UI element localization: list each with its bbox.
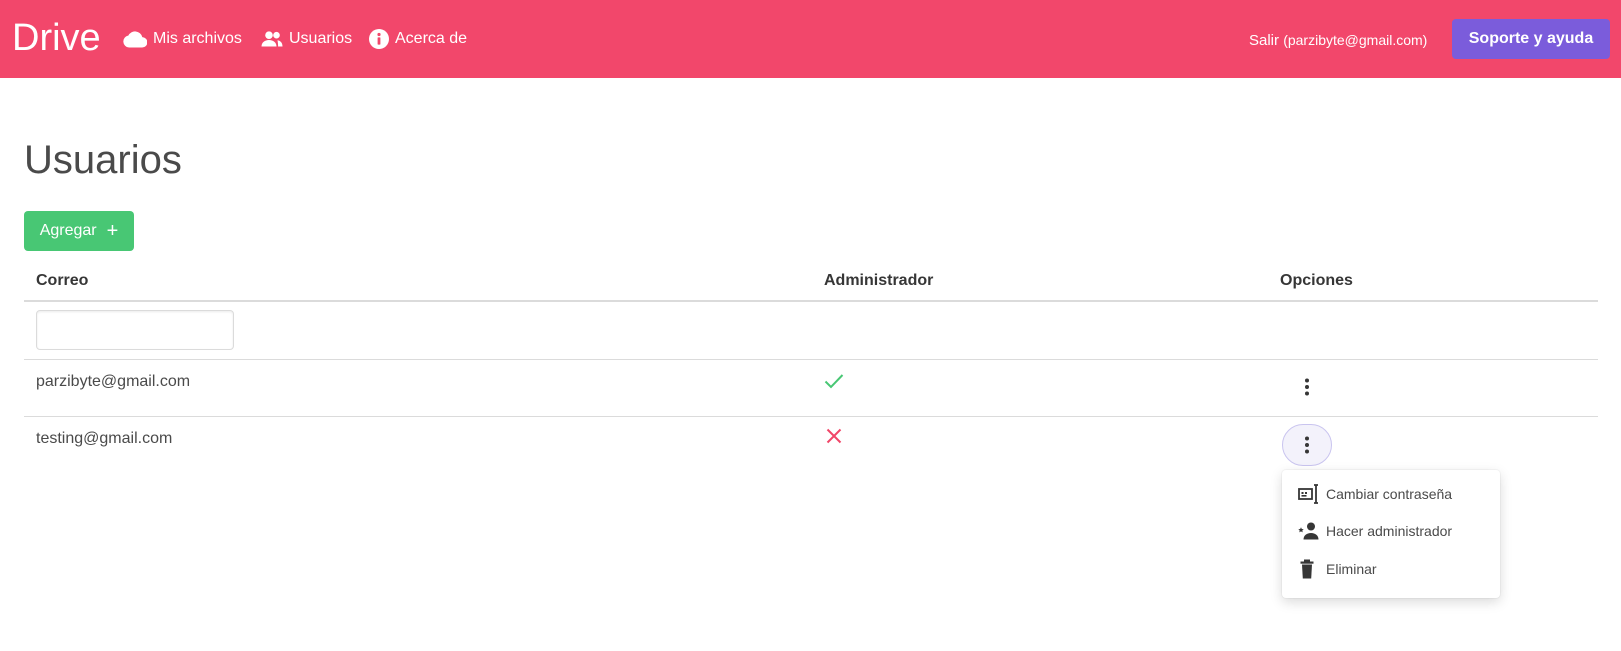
menu-item-label: Hacer administrador [1326, 523, 1453, 539]
logout-link[interactable]: Salir (parzibyte@gmail.com) [1249, 28, 1427, 53]
row-options-menu: Cambiar contraseña Hacer administrador E… [1282, 470, 1500, 598]
logout-label: Salir [1249, 32, 1280, 49]
logout-email: (parzibyte@gmail.com) [1283, 32, 1428, 48]
cloud-icon [123, 31, 147, 48]
support-button[interactable]: Soporte y ayuda [1452, 19, 1610, 59]
row-options-button[interactable] [1282, 366, 1332, 408]
column-header-admin: Administrador [824, 272, 934, 289]
check-icon [824, 374, 844, 389]
column-header-options: Opciones [1280, 272, 1353, 289]
more-vertical-icon [1305, 378, 1309, 396]
nav-item-users[interactable]: Usuarios [261, 27, 352, 51]
more-vertical-icon [1305, 436, 1309, 454]
password-icon [1298, 484, 1318, 504]
nav-item-about[interactable]: Acerca de [369, 27, 467, 51]
nav-item-label: Mis archivos [153, 30, 242, 47]
page-title: Usuarios [24, 138, 182, 182]
email-filter-input[interactable] [36, 310, 234, 350]
menu-item-delete[interactable]: Eliminar [1298, 559, 1377, 579]
row-divider [24, 416, 1598, 417]
nav-item-label: Acerca de [395, 30, 468, 47]
top-navbar: Drive Mis archivos Usuarios Acerca de Sa… [0, 0, 1621, 78]
row-options-button[interactable] [1282, 424, 1332, 466]
column-header-email: Correo [36, 272, 89, 289]
nav-item-my-files[interactable]: Mis archivos [123, 27, 242, 51]
menu-item-label: Eliminar [1326, 561, 1377, 577]
users-icon [261, 31, 283, 47]
menu-item-label: Cambiar contraseña [1326, 486, 1453, 502]
add-button-label: Agregar [39, 222, 97, 239]
menu-item-change-password[interactable]: Cambiar contraseña [1298, 484, 1452, 504]
plus-icon: + [106, 220, 119, 242]
x-icon [826, 428, 842, 444]
table-header-divider [24, 300, 1598, 302]
row-divider [24, 359, 1598, 360]
user-email: testing@gmail.com [36, 430, 173, 447]
menu-item-make-admin[interactable]: Hacer administrador [1298, 522, 1452, 540]
make-admin-icon [1298, 522, 1319, 540]
brand-logo[interactable]: Drive [12, 16, 101, 60]
nav-item-label: Usuarios [289, 30, 353, 47]
user-email: parzibyte@gmail.com [36, 373, 191, 390]
info-icon [369, 29, 389, 49]
trash-icon [1300, 559, 1314, 579]
add-user-button[interactable]: Agregar + [24, 211, 134, 251]
